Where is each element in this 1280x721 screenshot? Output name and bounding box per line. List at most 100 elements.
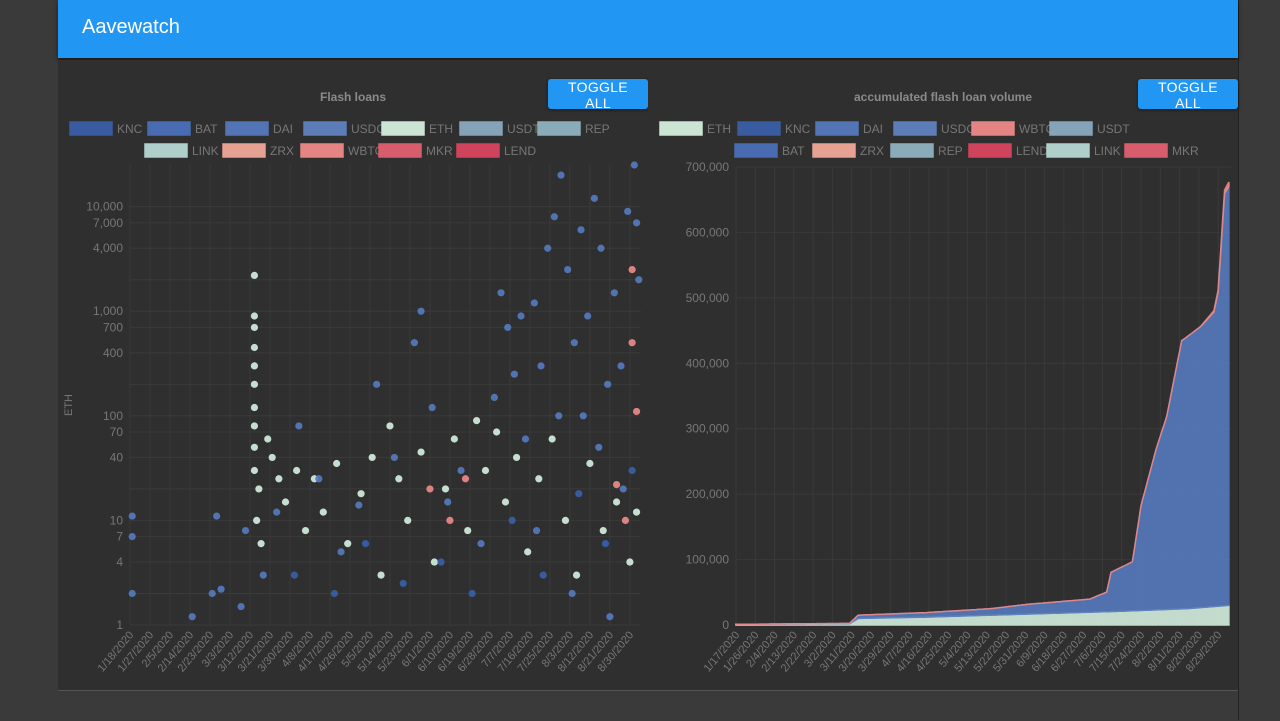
chart-title: Flash loans — [320, 90, 386, 104]
y-tick-label: 4 — [116, 555, 123, 569]
scatter-point-eth — [450, 435, 458, 443]
scatter-point-eth — [586, 459, 594, 468]
y-tick-label: 700 — [103, 320, 123, 334]
y-tick-label: 7,000 — [93, 216, 123, 230]
scatter-point-eth — [275, 475, 283, 483]
chart-title: accumulated flash loan volume — [854, 90, 1032, 104]
scatter-point-dai — [619, 485, 627, 493]
scatter-point-dai — [610, 289, 618, 297]
legend-item-bat: BAT — [734, 143, 805, 158]
scatter-point-dai — [355, 501, 363, 509]
y-tick-label: 4,000 — [93, 241, 123, 255]
legend-label: DAI — [273, 122, 293, 136]
scatter-point-wbtc — [632, 407, 641, 416]
accumulated-volume-panel: TOGGLE ALL accumulated flash loan volume… — [648, 60, 1238, 690]
legend-swatch — [659, 121, 703, 136]
scatter-point-dai — [597, 244, 605, 252]
legend-label: LEND — [504, 144, 536, 158]
legend-item-link: LINK — [1046, 143, 1121, 158]
scatter-point-dai — [564, 265, 572, 274]
scatter-point-eth — [250, 403, 259, 412]
legend-label: MKR — [426, 144, 453, 158]
legend-swatch — [812, 143, 856, 158]
scatter-point-eth — [368, 453, 376, 462]
legend-label: USDT — [507, 122, 540, 136]
y-tick-label: 700,000 — [686, 160, 730, 174]
legend-swatch — [459, 121, 503, 136]
legend-swatch — [890, 143, 934, 158]
scatter-point-knc — [468, 589, 476, 598]
scatter-point-eth — [250, 422, 259, 430]
toggle-all-button[interactable]: TOGGLE ALL — [548, 79, 648, 111]
legend-item-zrx: ZRX — [222, 143, 294, 158]
legend-label: KNC — [117, 122, 143, 136]
scatter-point-eth — [501, 498, 510, 506]
legend-label: ETH — [707, 122, 731, 136]
scatter-point-eth — [599, 526, 607, 535]
app-bar: Aavewatch — [58, 0, 1238, 58]
legend-label: KNC — [785, 122, 811, 136]
y-tick-label: 600,000 — [686, 225, 730, 239]
scatter-point-dai — [241, 526, 250, 535]
legend-item-wbtc: WBTC — [300, 143, 384, 158]
scatter-point-eth — [319, 508, 327, 516]
scatter-point-dai — [555, 412, 563, 420]
legend-item-lend: LEND — [456, 143, 536, 158]
legend-label: USDT — [1097, 122, 1130, 136]
scatter-point-eth — [250, 362, 259, 370]
scatter-point-dai — [504, 323, 512, 332]
y-axis-label: ETH — [63, 394, 75, 416]
scatter-point-dai — [337, 548, 345, 556]
scatter-point-eth — [301, 526, 310, 535]
scatter-point-knc — [361, 540, 370, 548]
y-tick-label: 1,000 — [93, 304, 123, 318]
legend-item-lend: LEND — [968, 143, 1048, 158]
y-tick-label: 1 — [116, 618, 123, 632]
legend-label: REP — [938, 144, 963, 158]
scatter-point-dai — [568, 589, 576, 598]
window-right-edge — [1238, 0, 1280, 720]
scatter-point-dai — [537, 362, 545, 370]
scatter-point-eth — [512, 453, 521, 462]
scatter-point-dai — [532, 526, 541, 535]
legend-item-mkr: MKR — [378, 143, 453, 158]
scatter-point-dai — [632, 219, 641, 227]
legend-swatch — [734, 143, 778, 158]
scatter-point-knc — [399, 579, 407, 587]
scatter-point-dai — [128, 533, 136, 541]
scatter-point-eth — [626, 558, 634, 566]
scatter-point-wbtc — [446, 516, 454, 525]
scatter-point-eth — [250, 323, 259, 332]
scatter-point-eth — [632, 508, 641, 516]
scatter-point-dai — [510, 370, 518, 378]
legend-swatch — [381, 121, 425, 136]
scatter-point-dai — [188, 613, 196, 621]
legend-label: USDC — [941, 122, 975, 136]
scatter-point-eth — [281, 498, 290, 506]
scatter-point-eth — [344, 540, 352, 548]
legend-swatch — [300, 143, 344, 158]
scatter-point-dai — [590, 194, 598, 202]
scatter-point-dai — [428, 403, 436, 412]
legend-item-bat: BAT — [147, 121, 218, 136]
scatter-point-dai — [208, 589, 216, 598]
scatter-point-dai — [213, 512, 221, 520]
area-series-dai — [736, 183, 1230, 626]
toggle-all-button[interactable]: TOGGLE ALL — [1138, 79, 1238, 111]
scatter-point-eth — [250, 343, 259, 352]
scatter-point-dai — [579, 412, 587, 420]
flash-loans-chart: Flash loans KNC BAT DAI USDC ETH USDT REP LINK ZR… — [63, 90, 643, 674]
y-tick-label: 7 — [116, 530, 123, 544]
scatter-point-knc — [290, 571, 299, 579]
scatter-point-eth — [250, 312, 259, 320]
scatter-point-dai — [217, 585, 225, 593]
scatter-point-knc — [330, 589, 338, 598]
app-title: Aavewatch — [82, 16, 180, 38]
legend-item-mkr: MKR — [1124, 143, 1199, 158]
legend-label: ETH — [429, 122, 453, 136]
window-left-edge — [0, 0, 58, 720]
y-tick-label: 500,000 — [686, 291, 730, 305]
y-tick-label: 0 — [722, 618, 729, 632]
scatter-point-eth — [333, 459, 341, 468]
legend-label: LINK — [1094, 144, 1121, 158]
